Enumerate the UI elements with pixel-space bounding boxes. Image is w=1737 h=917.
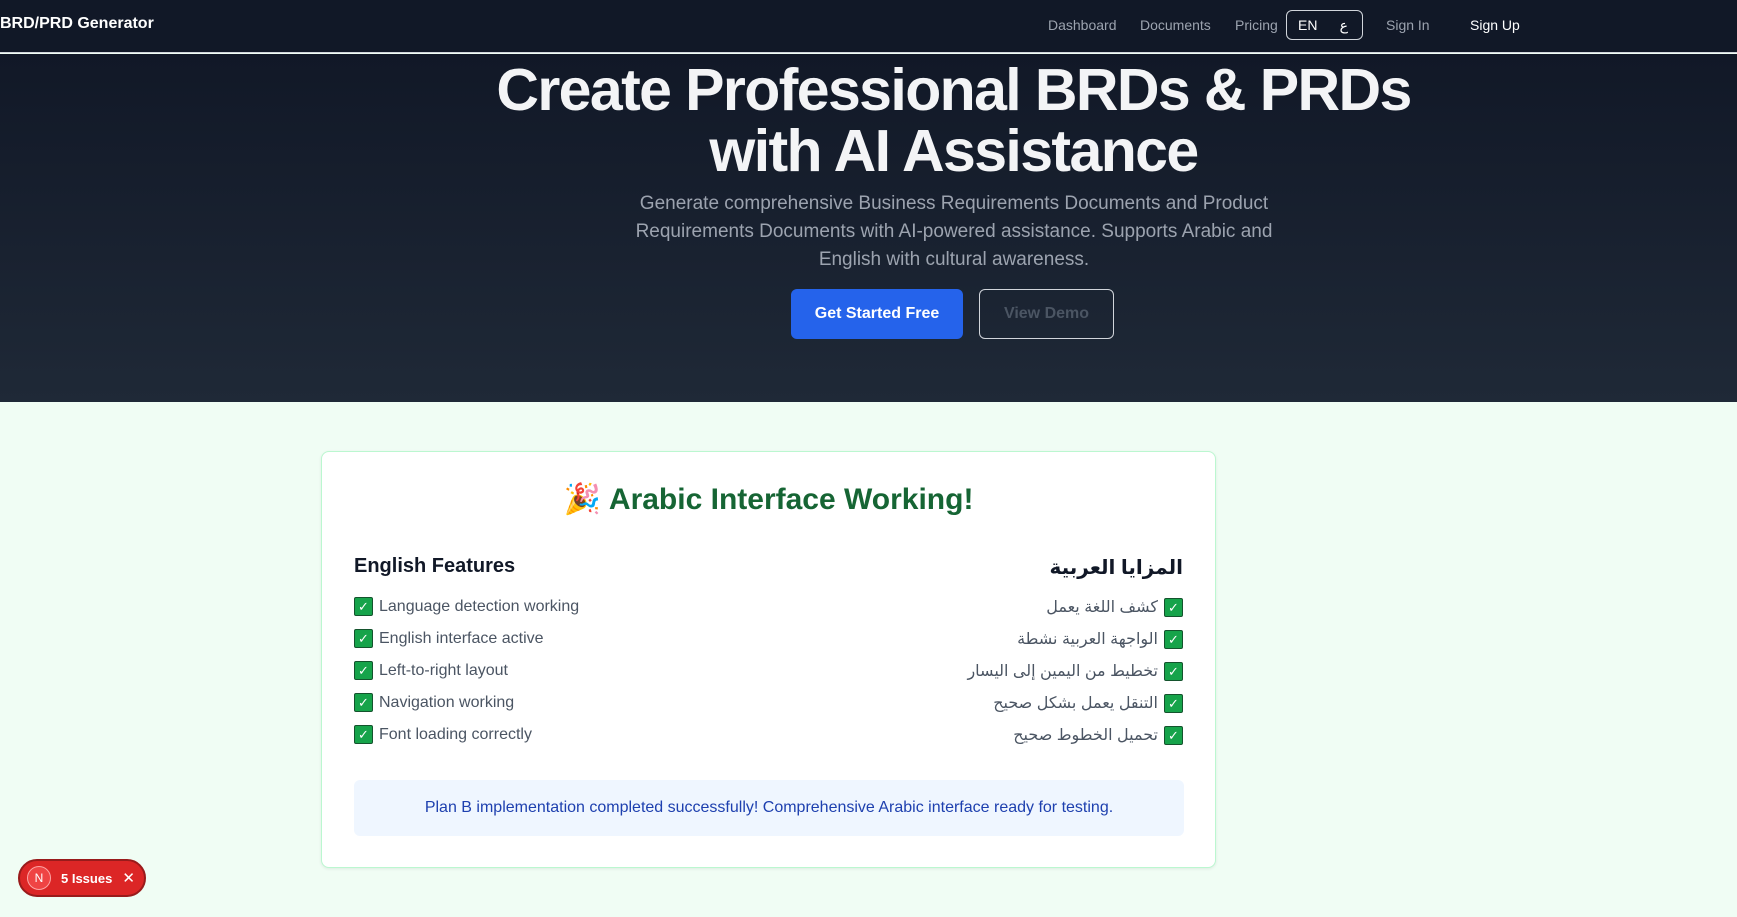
hero-title-line-1: Create Professional BRDs & PRDs [496,57,1412,123]
get-started-button[interactable]: Get Started Free [791,289,963,339]
view-demo-button[interactable]: View Demo [979,289,1114,339]
nav-link-documents[interactable]: Documents [1140,17,1211,33]
check-icon: ✓ [354,693,373,712]
hero-section: Create Professional BRDs & PRDs with AI … [0,54,1737,402]
arabic-features-heading: المزايا العربية [1049,557,1183,579]
nav-link-dashboard[interactable]: Dashboard [1048,17,1117,33]
english-features-heading: English Features [354,555,516,577]
feature-label: Navigation working [379,693,515,711]
feature-label: Language detection working [379,597,580,615]
hero-subtitle: Generate comprehensive Business Requirem… [635,193,1273,270]
check-icon: ✓ [354,597,373,616]
feature-label: English interface active [379,629,544,647]
lang-option-en[interactable]: EN [1298,17,1317,33]
status-card: 🎉 Arabic Interface Working! English Featu… [321,451,1216,868]
feature-label: تحميل الخطوط صحيح [1013,727,1158,744]
check-icon: ✓ [354,725,373,744]
english-feature-item: ✓ Left-to-right layout [354,661,508,680]
feature-label: الواجهة العربية نشطة [1017,631,1158,648]
feature-label: كشف اللغة يعمل [1046,599,1158,616]
card-title: 🎉 Arabic Interface Working! [322,482,1215,517]
check-icon: ✓ [1164,661,1183,681]
hero-title-line-2: with AI Assistance [709,118,1199,184]
english-feature-item: ✓ English interface active [354,629,544,648]
check-icon: ✓ [1164,597,1183,617]
sign-in-link[interactable]: Sign In [1386,17,1430,33]
feature-label: Font loading correctly [379,725,532,743]
arabic-feature-item: ✓ تحميل الخطوط صحيح [1013,725,1183,745]
brand-logo[interactable]: BRD/PRD Generator [0,15,154,33]
check-icon: ✓ [354,629,373,648]
next-logo-icon: N [27,866,51,890]
close-icon[interactable]: ✕ [122,869,135,887]
hero-title: Create Professional BRDs & PRDs with AI … [0,60,1737,182]
check-icon: ✓ [1164,693,1183,713]
feature-label: التنقل يعمل بشكل صحيح [993,695,1158,712]
english-feature-item: ✓ Navigation working [354,693,514,712]
check-icon: ✓ [1164,629,1183,649]
check-icon: ✓ [354,661,373,680]
english-feature-item: ✓ Language detection working [354,597,579,616]
sign-up-link[interactable]: Sign Up [1470,17,1520,33]
language-switcher: EN ع [1286,10,1363,40]
arabic-feature-item: ✓ التنقل يعمل بشكل صحيح [993,693,1183,713]
arabic-feature-item: ✓ الواجهة العربية نشطة [1017,629,1183,649]
success-banner: Plan B implementation completed successf… [354,780,1184,836]
arabic-feature-item: ✓ كشف اللغة يعمل [1046,597,1183,617]
card-title-text: Arabic Interface Working! [608,483,974,516]
feature-label: تخطيط من اليمين إلى اليسار [967,663,1158,680]
lang-option-ar[interactable]: ع [1340,17,1348,34]
check-icon: ✓ [1164,725,1183,745]
top-navbar: BRD/PRD Generator Dashboard Documents Pr… [0,0,1737,53]
english-feature-item: ✓ Font loading correctly [354,725,532,744]
issues-badge[interactable]: N 5 Issues ✕ [18,859,146,897]
arabic-feature-item: ✓ تخطيط من اليمين إلى اليسار [967,661,1183,681]
nav-link-pricing[interactable]: Pricing [1235,17,1278,33]
issues-count[interactable]: 5 Issues [61,871,112,886]
party-popper-icon: 🎉 [563,483,601,516]
feature-label: Left-to-right layout [379,661,508,679]
